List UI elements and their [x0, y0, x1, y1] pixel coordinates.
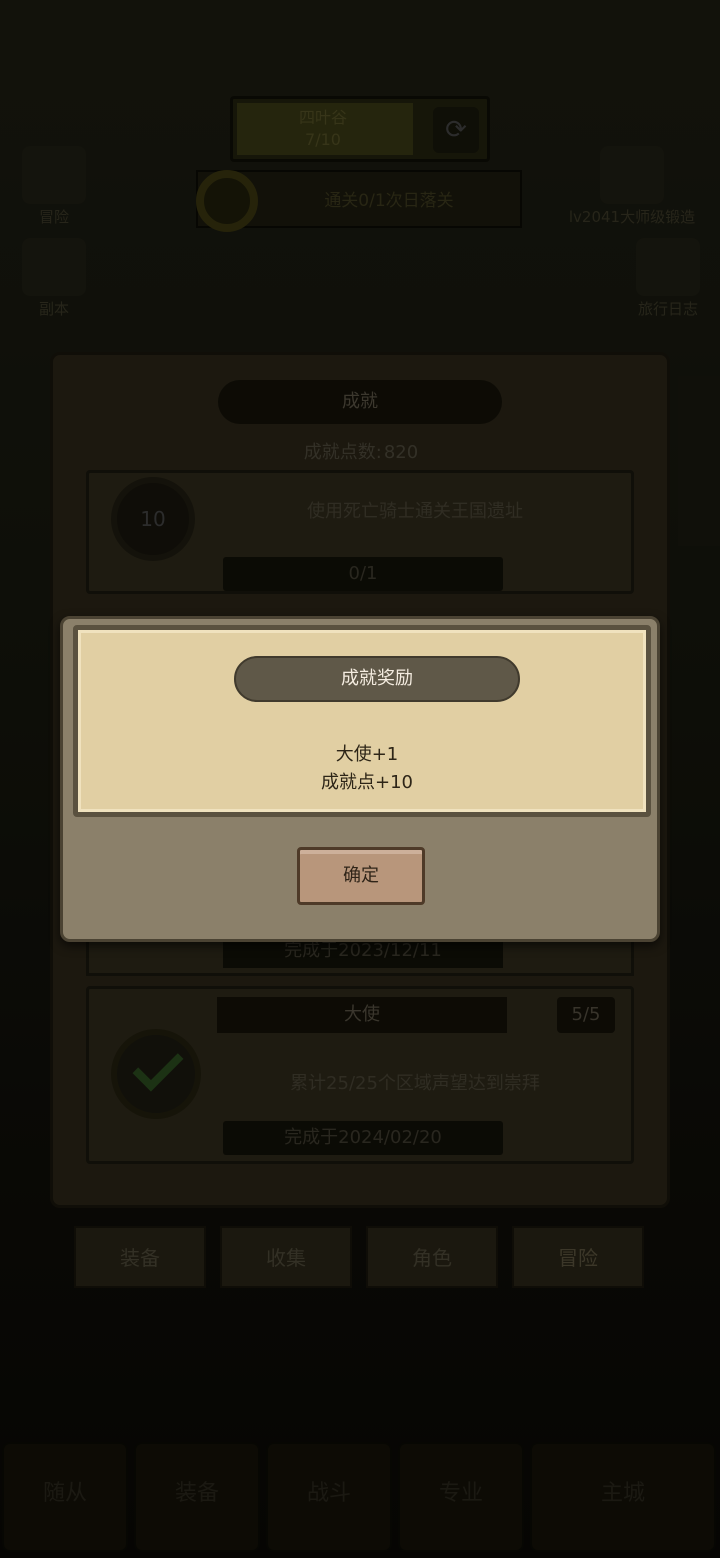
reward-parchment: 成就奖励 大使+1 成就点+10 [73, 625, 651, 817]
reward-modal: 成就奖励 大使+1 成就点+10 确定 [60, 616, 660, 942]
reward-modal-title: 成就奖励 [234, 656, 520, 702]
reward-item: 大使+1 [335, 744, 399, 765]
reward-points: 成就点+10 [321, 772, 413, 793]
confirm-button[interactable]: 确定 [297, 847, 425, 905]
